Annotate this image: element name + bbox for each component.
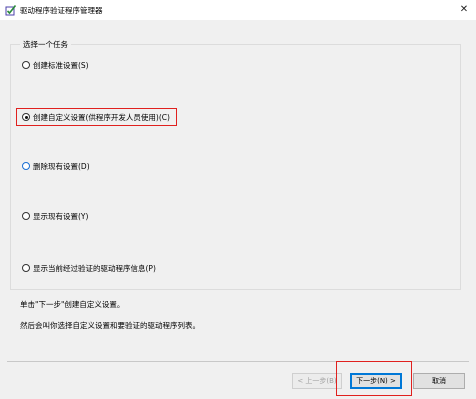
option-display-existing[interactable]: 显示现有设置(Y) xyxy=(22,210,88,222)
info-text-line1: 单击"下一步"创建自定义设置。 xyxy=(20,300,125,309)
close-icon[interactable]: ✕ xyxy=(452,0,476,20)
highlight-box-next-button xyxy=(336,361,412,396)
option-delete-existing[interactable]: 删除现有设置(D) xyxy=(22,160,90,172)
verifier-app-icon xyxy=(5,4,17,16)
dialog-window: 驱动程序验证程序管理器 ✕ 选择一个任务 创建标准设置(S) 创建自定义设置(供… xyxy=(0,0,476,399)
radio-button[interactable] xyxy=(22,212,30,220)
option-create-standard[interactable]: 创建标准设置(S) xyxy=(22,59,89,71)
radio-button[interactable] xyxy=(22,61,30,69)
cancel-button[interactable]: 取消 xyxy=(413,373,465,389)
option-display-verified-info[interactable]: 显示当前经过验证的驱动程序信息(P) xyxy=(22,262,156,274)
task-group-label: 选择一个任务 xyxy=(20,39,71,50)
info-text-line2: 然后会叫你选择自定义设置和要验证的驱动程序列表。 xyxy=(20,321,200,330)
option-label: 创建标准设置(S) xyxy=(33,60,89,70)
option-label: 删除现有设置(D) xyxy=(33,161,90,171)
option-label: 创建自定义设置(供程序开发人员使用)(C) xyxy=(33,112,170,122)
radio-button[interactable] xyxy=(22,264,30,272)
option-create-custom[interactable]: 创建自定义设置(供程序开发人员使用)(C) xyxy=(22,111,170,123)
option-label: 显示当前经过验证的驱动程序信息(P) xyxy=(33,263,156,273)
radio-button-selected[interactable] xyxy=(22,113,30,121)
radio-button[interactable] xyxy=(22,162,30,170)
back-button[interactable]: < 上一步(B) xyxy=(292,373,342,389)
title-bar: 驱动程序验证程序管理器 ✕ xyxy=(0,0,476,20)
option-label: 显示现有设置(Y) xyxy=(33,211,89,221)
window-title: 驱动程序验证程序管理器 xyxy=(20,6,103,15)
